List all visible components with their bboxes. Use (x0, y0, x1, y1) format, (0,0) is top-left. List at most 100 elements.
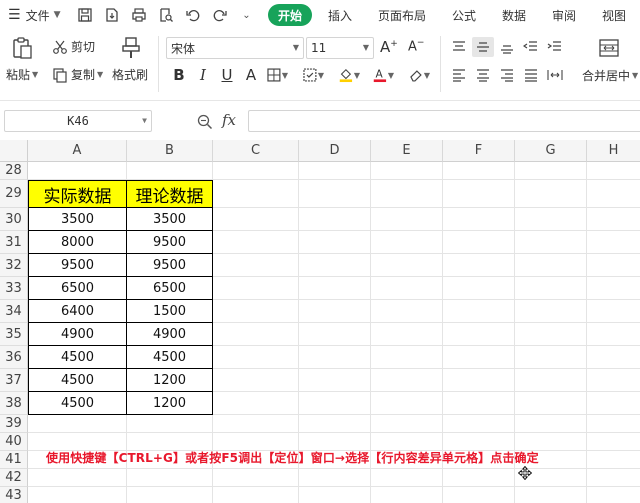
column-header-e[interactable]: E (371, 140, 443, 162)
align-center-button[interactable] (472, 65, 494, 85)
table-cell-b38[interactable]: 1200 (127, 392, 213, 415)
fx-icon[interactable]: fx (222, 111, 236, 129)
font-name-select[interactable]: 宋体 ▼ (166, 37, 304, 59)
font-size-select[interactable]: 11 ▼ (306, 37, 374, 59)
eraser-icon (410, 70, 422, 82)
file-menu[interactable]: ☰ 文件 ▼ (0, 7, 61, 24)
print-icon[interactable] (129, 5, 149, 25)
tab-view[interactable]: 视图 (602, 7, 626, 24)
table-cell-b32[interactable]: 9500 (127, 254, 213, 277)
decrease-indent-button[interactable] (520, 37, 542, 57)
row-header-29[interactable]: 29 (0, 180, 28, 208)
bold-button[interactable]: B (168, 64, 190, 86)
row-header-35[interactable]: 35 (0, 323, 28, 346)
column-header-d[interactable]: D (299, 140, 371, 162)
hamburger-icon: ☰ (8, 7, 21, 23)
name-box[interactable]: K46 ▼ (4, 110, 152, 132)
row-header-40[interactable]: 40 (0, 433, 28, 451)
table-cell-b37[interactable]: 1200 (127, 369, 213, 392)
row-header-33[interactable]: 33 (0, 277, 28, 300)
row-header-39[interactable]: 39 (0, 415, 28, 433)
justify-icon (525, 69, 537, 82)
table-cell-b33[interactable]: 6500 (127, 277, 213, 300)
increase-indent-button[interactable] (544, 37, 566, 57)
decrease-font-button[interactable]: A− (408, 38, 424, 54)
column-header-g[interactable]: G (515, 140, 587, 162)
table-cell-b34[interactable]: 1500 (127, 300, 213, 323)
row-header-31[interactable]: 31 (0, 231, 28, 254)
ribbon: 粘贴 ▼ 剪切 复制 ▼ 格式刷 宋体 ▼ 11 ▼ A+ A− B I U A… (0, 30, 640, 100)
tab-review[interactable]: 审阅 (552, 7, 576, 24)
italic-icon: I (200, 66, 206, 84)
undo-icon[interactable] (183, 5, 203, 25)
header-actual[interactable]: 实际数据 (29, 181, 127, 208)
row-header-41[interactable]: 41 (0, 451, 28, 469)
align-top-button[interactable] (448, 37, 470, 57)
align-right-button[interactable] (496, 65, 518, 85)
format-painter-button[interactable]: 格式刷 (112, 66, 148, 83)
table-cell-a31[interactable]: 8000 (29, 231, 127, 254)
table-cell-a32[interactable]: 9500 (29, 254, 127, 277)
column-header-c[interactable]: C (213, 140, 299, 162)
zoom-formula-icon[interactable] (196, 113, 214, 134)
table-cell-a34[interactable]: 6400 (29, 300, 127, 323)
copy-button[interactable]: 复制 ▼ (52, 66, 103, 83)
redo-icon[interactable] (210, 5, 230, 25)
italic-button[interactable]: I (192, 64, 214, 86)
row-header-34[interactable]: 34 (0, 300, 28, 323)
align-left-button[interactable] (448, 65, 470, 85)
table-cell-b36[interactable]: 4500 (127, 346, 213, 369)
column-header-f[interactable]: F (443, 140, 515, 162)
row-header-38[interactable]: 38 (0, 392, 28, 415)
row-header-28[interactable]: 28 (0, 162, 28, 180)
save-icon[interactable] (75, 5, 95, 25)
row-header-37[interactable]: 37 (0, 369, 28, 392)
column-header-b[interactable]: B (127, 140, 213, 162)
table-cell-a38[interactable]: 4500 (29, 392, 127, 415)
paste-icon[interactable] (10, 36, 34, 60)
table-cell-a35[interactable]: 4900 (29, 323, 127, 346)
select-all-corner[interactable] (0, 140, 28, 162)
justify-button[interactable] (520, 65, 542, 85)
underline-button[interactable]: U (216, 64, 238, 86)
format-painter-icon[interactable] (120, 36, 142, 60)
table-cell-a36[interactable]: 4500 (29, 346, 127, 369)
paste-button[interactable]: 粘贴 ▼ (6, 66, 38, 83)
align-middle-button[interactable] (472, 37, 494, 57)
merge-center-button[interactable]: 合并居中 ▼ (582, 67, 638, 84)
distribute-button[interactable] (544, 65, 566, 85)
column-header-a[interactable]: A (28, 140, 127, 162)
merge-center-icon[interactable] (598, 38, 620, 58)
export-pdf-icon[interactable] (102, 5, 122, 25)
borders-button[interactable]: ▼ (266, 64, 288, 86)
table-cell-a37[interactable]: 4500 (29, 369, 127, 392)
tab-page-layout[interactable]: 页面布局 (378, 7, 426, 24)
tab-insert[interactable]: 插入 (328, 7, 352, 24)
row-header-42[interactable]: 42 (0, 469, 28, 487)
table-cell-b35[interactable]: 4900 (127, 323, 213, 346)
cell-style-button[interactable]: ▼ (302, 64, 324, 86)
more-chevron-icon[interactable]: ⌄ (237, 5, 257, 25)
row-header-43[interactable]: 43 (0, 487, 28, 503)
formula-input[interactable] (248, 110, 640, 132)
tab-data[interactable]: 数据 (502, 7, 526, 24)
table-cell-b31[interactable]: 9500 (127, 231, 213, 254)
cut-button[interactable]: 剪切 (52, 38, 95, 55)
table-cell-a30[interactable]: 3500 (29, 208, 127, 231)
tab-formulas[interactable]: 公式 (452, 7, 476, 24)
column-header-h[interactable]: H (587, 140, 640, 162)
tab-home[interactable]: 开始 (268, 4, 312, 26)
align-bottom-button[interactable] (496, 37, 518, 57)
table-cell-b30[interactable]: 3500 (127, 208, 213, 231)
header-theoretical[interactable]: 理论数据 (127, 181, 213, 208)
print-preview-icon[interactable] (156, 5, 176, 25)
font-color-button[interactable]: A ▼ (372, 64, 394, 86)
row-header-36[interactable]: 36 (0, 346, 28, 369)
row-header-30[interactable]: 30 (0, 208, 28, 231)
fill-color-button[interactable]: ▼ (338, 64, 360, 86)
increase-font-button[interactable]: A+ (380, 38, 398, 56)
row-header-32[interactable]: 32 (0, 254, 28, 277)
strikethrough-button[interactable]: A (240, 64, 262, 86)
clear-format-button[interactable]: ▼ (408, 64, 430, 86)
table-cell-a33[interactable]: 6500 (29, 277, 127, 300)
